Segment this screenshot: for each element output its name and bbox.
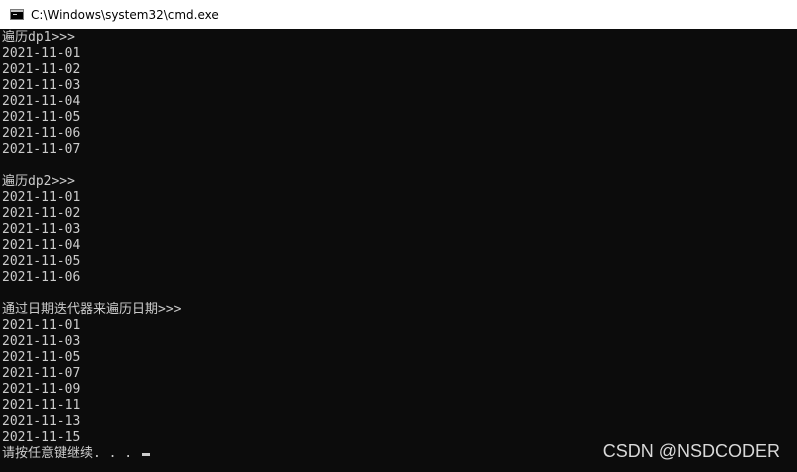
console-line: 2021-11-13 — [2, 414, 81, 429]
console-line: 2021-11-05 — [2, 110, 81, 125]
console-line: 2021-11-05 — [2, 254, 81, 269]
console-line: 遍历dp1>>> — [2, 30, 75, 45]
console-line: 2021-11-05 — [2, 350, 81, 365]
console-output[interactable]: 遍历dp1>>> 2021-11-01 2021-11-02 2021-11-03 20… — [2, 30, 797, 472]
console-line: 2021-11-03 — [2, 222, 81, 237]
console-line: 2021-11-01 — [2, 46, 81, 61]
console-line: 2021-11-02 — [2, 206, 81, 221]
console-lines: 遍历dp1>>> 2021-11-01 2021-11-02 2021-11-03 20… — [2, 30, 797, 446]
console-line: 2021-11-07 — [2, 366, 81, 381]
cmd-window: C:\Windows\system32\cmd.exe 遍历dp1>>> 2021… — [0, 0, 797, 472]
console-line: 2021-11-07 — [2, 142, 81, 157]
console-line: 通过日期迭代器来遍历日期>>> — [2, 302, 182, 317]
text-cursor — [141, 453, 150, 456]
console-line: 2021-11-11 — [2, 398, 81, 413]
console-line: 2021-11-03 — [2, 78, 81, 93]
console-line: 遍历dp2>>> — [2, 174, 75, 189]
console-line: 2021-11-01 — [2, 190, 81, 205]
console-line: 2021-11-04 — [2, 238, 81, 253]
console-line: 2021-11-04 — [2, 94, 81, 109]
console-line: 2021-11-02 — [2, 62, 81, 77]
title-bar[interactable]: C:\Windows\system32\cmd.exe — [0, 0, 797, 29]
watermark: CSDN @NSDCODER — [602, 441, 780, 461]
pause-prompt: 请按任意键继续. . . — [2, 446, 140, 461]
console-line: 2021-11-06 — [2, 270, 81, 285]
cmd-icon — [10, 9, 24, 20]
console-line: 2021-11-01 — [2, 318, 81, 333]
console-line: 2021-11-09 — [2, 382, 81, 397]
console-line: 2021-11-03 — [2, 334, 81, 349]
window-title: C:\Windows\system32\cmd.exe — [31, 7, 219, 22]
console-line: 2021-11-06 — [2, 126, 81, 141]
